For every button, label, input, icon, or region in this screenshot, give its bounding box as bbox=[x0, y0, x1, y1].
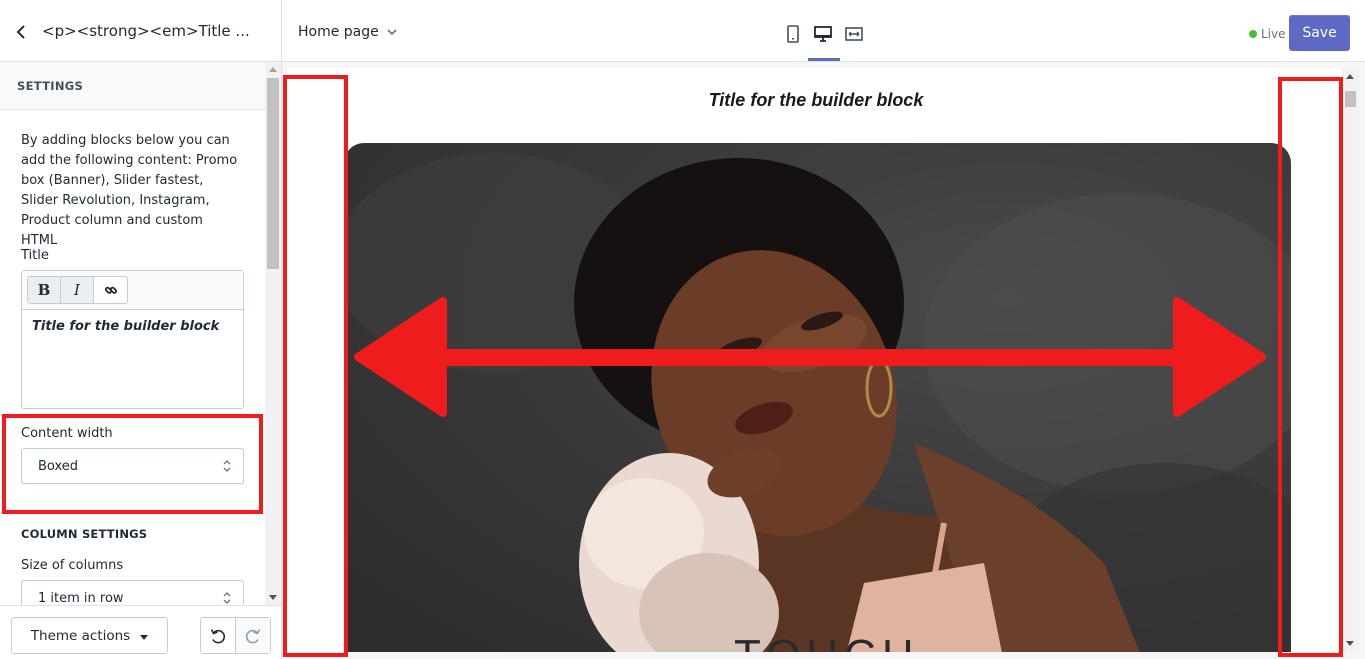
page-selector[interactable]: Home page bbox=[298, 24, 397, 40]
portrait-illustration bbox=[344, 153, 1291, 652]
hero-image[interactable]: TOUCH bbox=[344, 143, 1291, 652]
scrollbar-thumb[interactable] bbox=[267, 78, 279, 269]
italic-button[interactable]: I bbox=[61, 277, 94, 303]
title-label: Title bbox=[21, 248, 49, 263]
desktop-view-button[interactable] bbox=[812, 23, 834, 45]
preview-scrollbar[interactable] bbox=[1342, 68, 1359, 652]
theme-actions-label: Theme actions bbox=[30, 627, 131, 644]
page-selector-label: Home page bbox=[298, 24, 379, 40]
mobile-view-button[interactable] bbox=[782, 23, 804, 45]
content-width-select[interactable]: Boxed bbox=[21, 448, 244, 484]
size-of-columns-value: 1 item in row bbox=[38, 590, 124, 606]
preview-area: Title for the builder block bbox=[282, 62, 1365, 659]
rte-toolbar: B I bbox=[22, 271, 243, 310]
scroll-down-arrow-icon[interactable] bbox=[269, 595, 277, 600]
fullwidth-view-button[interactable] bbox=[843, 23, 865, 45]
scroll-up-arrow-icon[interactable] bbox=[269, 67, 277, 72]
mobile-icon bbox=[787, 25, 799, 43]
content-width-value: Boxed bbox=[38, 458, 79, 474]
live-dot-icon bbox=[1249, 30, 1257, 38]
title-rich-text-editor: B I Title for the builder block bbox=[21, 270, 244, 409]
link-icon bbox=[104, 286, 117, 294]
live-status: Live bbox=[1249, 27, 1286, 41]
back-button[interactable] bbox=[10, 21, 32, 43]
chevron-down-icon bbox=[387, 28, 397, 35]
settings-heading: SETTINGS bbox=[0, 62, 265, 110]
theme-editor-sidebar: <p><strong><em>Title ... SETTINGS By add… bbox=[0, 0, 282, 659]
redo-icon bbox=[245, 628, 261, 643]
select-caret-icon bbox=[223, 592, 231, 604]
theme-actions-button[interactable]: Theme actions bbox=[11, 617, 168, 654]
settings-description: By adding blocks below you can add the f… bbox=[21, 133, 238, 248]
desktop-icon bbox=[814, 26, 832, 42]
active-view-indicator bbox=[808, 58, 840, 61]
column-settings-heading: COLUMN SETTINGS bbox=[21, 527, 148, 541]
undo-redo-group bbox=[200, 617, 271, 654]
undo-button[interactable] bbox=[201, 618, 235, 653]
bold-button[interactable]: B bbox=[28, 277, 61, 303]
rte-button-group: B I bbox=[27, 276, 128, 304]
fullwidth-icon bbox=[845, 27, 863, 41]
size-of-columns-select[interactable]: 1 item in row bbox=[21, 580, 244, 605]
storefront-preview[interactable]: Title for the builder block bbox=[287, 68, 1342, 652]
sidebar-settings-panel: SETTINGS By adding blocks below you can … bbox=[0, 62, 265, 605]
sidebar-footer: Theme actions bbox=[0, 605, 281, 659]
builder-block-title: Title for the builder block bbox=[708, 90, 924, 110]
hero-text: TOUCH bbox=[734, 631, 920, 652]
chevron-left-icon bbox=[16, 25, 25, 39]
save-button[interactable]: Save bbox=[1289, 15, 1350, 51]
live-status-label: Live bbox=[1261, 27, 1286, 41]
editor-topbar: Home page Live Save bbox=[282, 0, 1365, 62]
sidebar-scrollbar[interactable] bbox=[265, 62, 281, 605]
sidebar-header: <p><strong><em>Title ... bbox=[0, 0, 281, 62]
rte-content[interactable]: Title for the builder block bbox=[22, 310, 243, 343]
undo-icon bbox=[210, 628, 226, 643]
content-width-label: Content width bbox=[21, 426, 113, 441]
caret-down-icon bbox=[140, 634, 149, 640]
select-caret-icon bbox=[223, 460, 231, 472]
scroll-up-arrow-icon[interactable] bbox=[1346, 74, 1354, 79]
link-button[interactable] bbox=[94, 277, 127, 303]
redo-button[interactable] bbox=[235, 618, 270, 653]
section-title: <p><strong><em>Title ... bbox=[42, 22, 250, 40]
scroll-down-arrow-icon[interactable] bbox=[1346, 641, 1354, 646]
scrollbar-thumb[interactable] bbox=[1345, 91, 1356, 107]
size-of-columns-label: Size of columns bbox=[21, 558, 124, 573]
